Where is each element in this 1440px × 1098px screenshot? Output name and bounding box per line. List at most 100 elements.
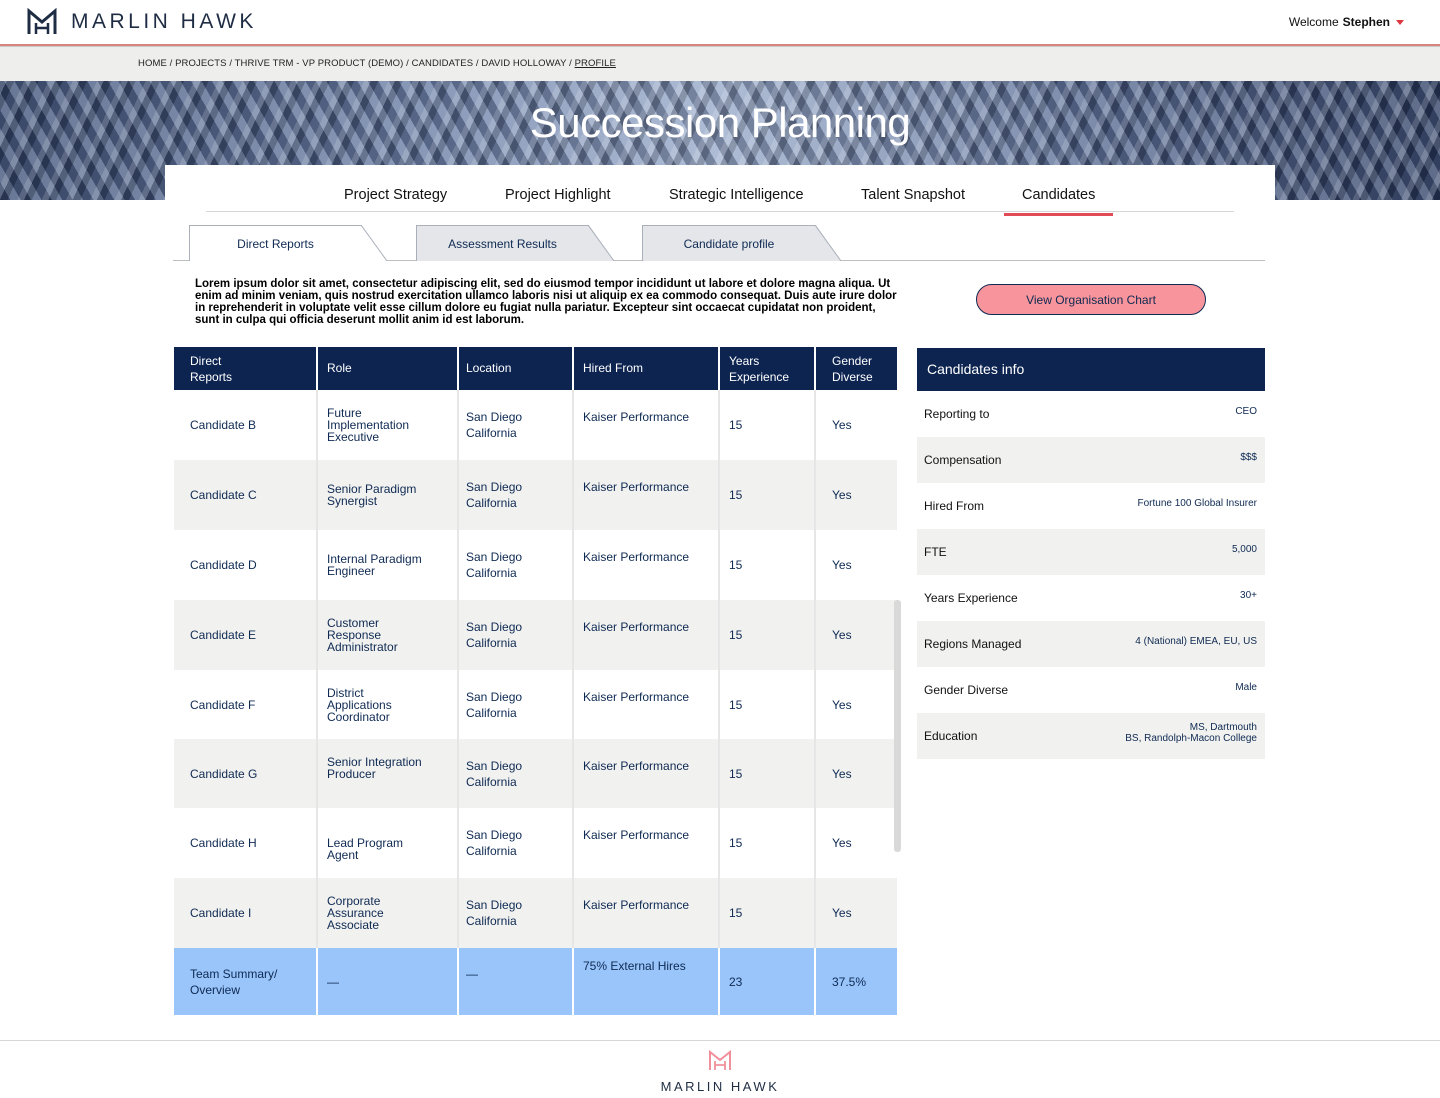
column-divider	[457, 739, 459, 808]
table-row[interactable]: Candidate E Customer Response Administrat…	[174, 600, 897, 670]
cell-gender-diverse: Yes	[832, 767, 852, 781]
tab-strategic-intelligence[interactable]: Strategic Intelligence	[669, 187, 804, 203]
breadcrumb-candidate[interactable]: DAVID HOLLOWAY	[481, 58, 566, 69]
cell-location: San Diego California	[466, 620, 523, 650]
column-divider	[316, 530, 318, 600]
info-row: Gender Diverse Male	[917, 667, 1265, 713]
cell-role: Future Implementation Executive	[327, 406, 410, 444]
cell-years-experience: 15	[729, 767, 743, 781]
table-row[interactable]: Candidate I Corporate Assurance Associate…	[174, 878, 897, 948]
info-row: Reporting to CEO	[917, 391, 1265, 437]
info-label: FTE	[924, 545, 947, 559]
tab-project-highlight[interactable]: Project Highlight	[505, 187, 611, 203]
user-name: Stephen	[1342, 15, 1390, 29]
column-divider	[572, 670, 574, 739]
column-divider	[814, 948, 816, 1015]
page-title: Succession Planning	[529, 99, 911, 146]
column-divider	[457, 808, 459, 878]
info-row: FTE 5,000	[917, 529, 1265, 575]
cell-gender-diverse: 37.5%	[832, 975, 867, 989]
info-value-line: MS, Dartmouth	[1189, 722, 1257, 733]
cell-location: San Diego California	[466, 550, 523, 580]
cell-role: Customer Response Administrator	[327, 616, 398, 654]
breadcrumb-bar: HOME / PROJECTS / THRIVE TRM - VP PRODUC…	[0, 46, 1440, 81]
user-menu[interactable]: Welcome Stephen	[1289, 15, 1404, 29]
table-row[interactable]: Candidate C Senior Paradigm Synergist San …	[174, 460, 897, 530]
column-divider	[814, 530, 816, 600]
chevron-down-icon	[1396, 19, 1404, 25]
cell-years-experience: 15	[729, 558, 743, 572]
column-divider	[572, 390, 574, 460]
info-label: Regions Managed	[924, 637, 1022, 651]
table-header: Direct Reports Role Location Hired From …	[174, 347, 897, 390]
column-divider	[572, 808, 574, 878]
cell-role: Senior Paradigm Synergist	[327, 482, 417, 508]
tab-project-strategy[interactable]: Project Strategy	[344, 187, 447, 203]
cell-hired-from: Kaiser Performance	[583, 898, 690, 912]
cell-role: Lead Program Agent	[327, 836, 404, 862]
table-row[interactable]: Candidate F District Applications Coordin…	[174, 670, 897, 739]
cell-hired-from: Kaiser Performance	[583, 828, 690, 842]
column-divider	[457, 460, 459, 530]
cell-hired-from: Kaiser Performance	[583, 759, 690, 773]
table-row[interactable]: Candidate D Internal Paradigm Engineer San…	[174, 530, 897, 600]
footer-brand: MARLIN HAWK	[660, 1079, 780, 1094]
col-header-location[interactable]: Location	[466, 347, 511, 390]
top-bar: MARLIN HAWK Welcome Stephen	[0, 0, 1440, 44]
breadcrumb-home[interactable]: HOME	[138, 58, 167, 69]
cell-direct-report: Candidate G	[190, 767, 258, 781]
tab-candidates[interactable]: Candidates	[1003, 187, 1114, 216]
view-org-chart-button[interactable]: View Organisation Chart	[976, 284, 1206, 315]
table-row[interactable]: Candidate B Future Implementation Executi…	[174, 390, 897, 460]
column-divider	[316, 808, 318, 878]
column-divider	[316, 460, 318, 530]
cell-location: San Diego California	[466, 410, 523, 440]
footer: MARLIN HAWK	[0, 1040, 1440, 1098]
column-divider	[718, 878, 720, 948]
column-divider	[718, 670, 720, 739]
column-divider	[457, 530, 459, 600]
table-row[interactable]: Candidate H Lead Program Agent San Diego C…	[174, 808, 897, 878]
intro-text: Lorem ipsum dolor sit amet, consectetur …	[195, 278, 897, 326]
info-label: Years Experience	[924, 591, 1018, 605]
info-row: Hired From Fortune 100 Global Insurer	[917, 483, 1265, 529]
col-header-hired-from[interactable]: Hired From	[583, 347, 643, 390]
column-divider	[457, 390, 459, 460]
cell-location: —	[466, 967, 478, 981]
info-value: 30+	[1240, 590, 1257, 601]
column-divider	[316, 390, 318, 460]
column-divider	[316, 600, 318, 670]
cell-gender-diverse: Yes	[832, 488, 852, 502]
cell-direct-report: Candidate H	[190, 836, 257, 850]
col-header-years-experience[interactable]: Years Experience	[729, 347, 809, 390]
cell-location: San Diego California	[466, 690, 523, 720]
cell-direct-report: Candidate F	[190, 698, 256, 712]
breadcrumb-projects[interactable]: PROJECTS	[175, 58, 226, 69]
welcome-label: Welcome	[1288, 15, 1339, 29]
breadcrumb-candidates[interactable]: CANDIDATES	[412, 58, 474, 69]
column-divider	[814, 808, 816, 878]
column-divider	[718, 390, 720, 460]
tab-talent-snapshot[interactable]: Talent Snapshot	[861, 187, 965, 203]
breadcrumb-current[interactable]: PROFILE	[575, 58, 616, 69]
column-divider	[814, 600, 816, 670]
table-row[interactable]: Candidate G Senior Integration Producer Sa…	[174, 739, 897, 808]
brand-logo[interactable]: MARLIN HAWK	[27, 8, 257, 36]
cell-direct-report: Team Summary/ Overview	[190, 967, 278, 997]
candidates-info-panel: Candidates info Reporting to CEO Compensat…	[917, 348, 1265, 759]
column-divider	[572, 530, 574, 600]
cell-role: —	[327, 975, 339, 989]
cell-gender-diverse: Yes	[832, 906, 852, 920]
cell-direct-report: Candidate C	[190, 488, 257, 502]
col-header-role[interactable]: Role	[327, 347, 352, 390]
table-scrollbar[interactable]	[894, 600, 901, 852]
info-value-line: BS, Randolph-Macon College	[1125, 733, 1257, 744]
col-header-gender-diverse[interactable]: Gender Diverse	[832, 347, 892, 390]
cell-location: San Diego California	[466, 480, 523, 510]
tab-corner-shape	[361, 225, 387, 261]
col-header-direct-reports[interactable]: Direct Reports	[190, 347, 310, 390]
table-summary-row[interactable]: Team Summary/ Overview — — 75% External Hir…	[174, 948, 897, 1015]
info-row: Education MS, Dartmouth BS, Randolph-Macon…	[917, 713, 1265, 759]
breadcrumb-project[interactable]: THRIVE TRM - VP PRODUCT (DEMO)	[235, 58, 404, 69]
info-label: Education	[924, 729, 978, 743]
